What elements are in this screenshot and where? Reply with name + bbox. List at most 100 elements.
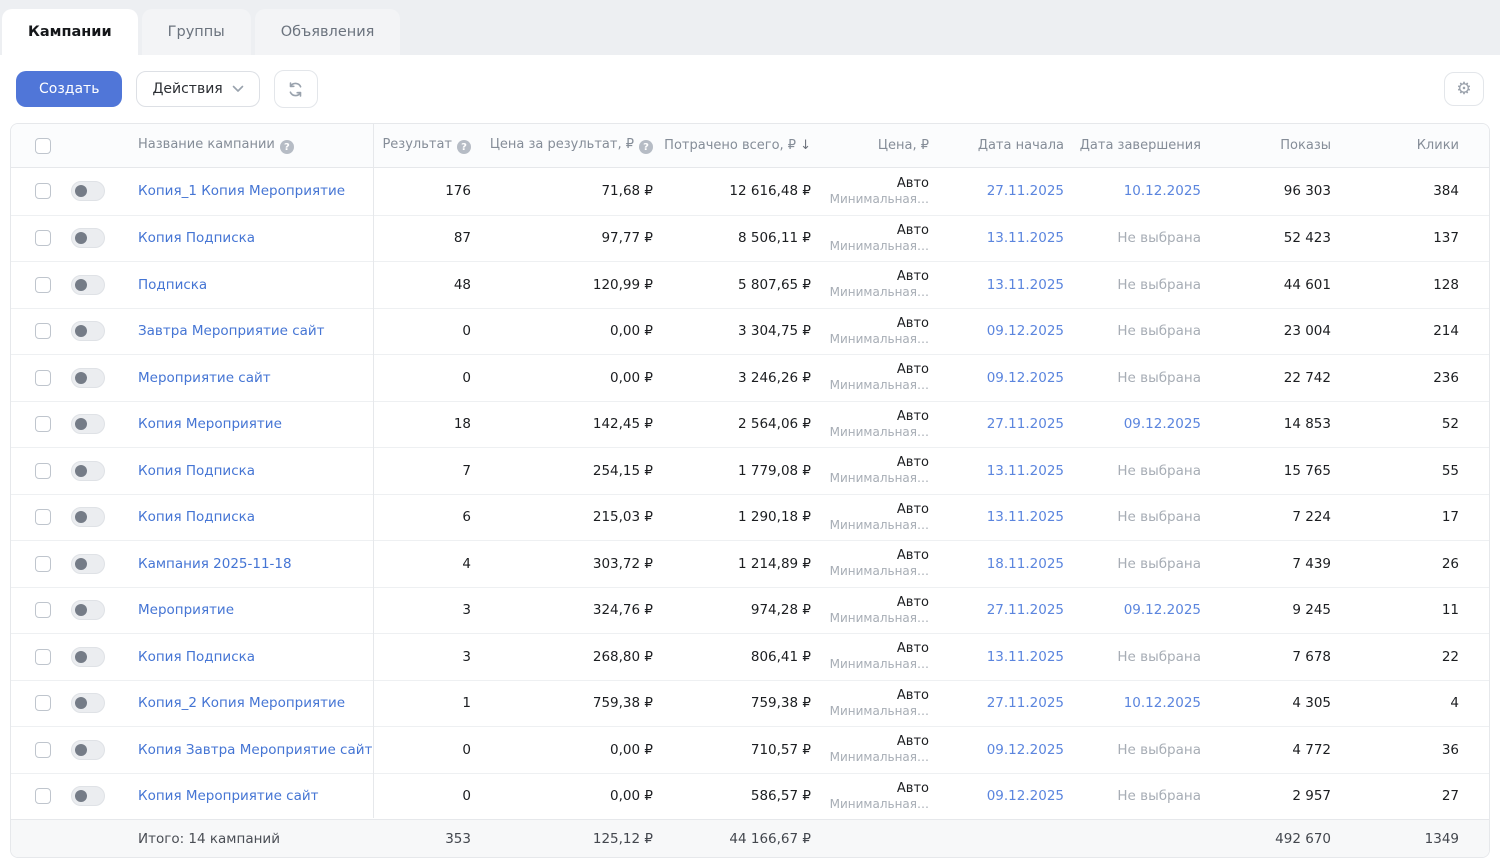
date-start-cell[interactable]: 13.11.2025 <box>929 463 1064 479</box>
row-checkbox[interactable] <box>35 741 51 758</box>
price-cell: Авто Минимальная… <box>811 734 929 765</box>
date-end-cell[interactable]: 10.12.2025 <box>1064 695 1201 711</box>
campaign-name-link[interactable]: Копия Мероприятие <box>138 416 282 432</box>
tab-campaigns[interactable]: Кампании <box>2 9 138 55</box>
date-end-cell[interactable]: Не выбрана <box>1064 277 1201 293</box>
status-toggle[interactable] <box>71 460 105 481</box>
header-price[interactable]: Цена, ₽ <box>811 138 929 153</box>
row-checkbox-cell <box>11 276 57 293</box>
date-start-cell[interactable]: 09.12.2025 <box>929 323 1064 339</box>
cost-per-result-cell: 71,68 ₽ <box>601 183 653 200</box>
date-end-cell[interactable]: Не выбрана <box>1064 742 1201 758</box>
help-icon[interactable]: ? <box>279 140 294 155</box>
create-button[interactable]: Создать <box>16 71 123 107</box>
row-checkbox[interactable] <box>35 323 51 340</box>
status-toggle[interactable] <box>71 274 105 295</box>
row-checkbox[interactable] <box>35 648 51 665</box>
row-checkbox[interactable] <box>35 369 51 386</box>
date-end-cell[interactable]: 09.12.2025 <box>1064 602 1201 618</box>
date-start-cell[interactable]: 09.12.2025 <box>929 788 1064 804</box>
status-toggle[interactable] <box>71 367 105 388</box>
date-end-cell[interactable]: Не выбрана <box>1064 556 1201 572</box>
status-toggle[interactable] <box>71 414 105 435</box>
header-spent-total[interactable]: Потрачено всего, ₽ ↓ <box>653 138 811 153</box>
row-checkbox[interactable] <box>35 695 51 712</box>
campaign-name-link[interactable]: Копия Подписка <box>138 509 255 525</box>
row-checkbox[interactable] <box>35 462 51 479</box>
date-end-cell[interactable]: 09.12.2025 <box>1064 416 1201 432</box>
tab-ads[interactable]: Объявления <box>254 9 401 55</box>
campaign-name-link[interactable]: Копия Завтра Мероприятие сайт <box>138 742 372 758</box>
status-toggle[interactable] <box>71 228 105 249</box>
date-start-cell[interactable]: 27.11.2025 <box>929 416 1064 432</box>
status-toggle[interactable] <box>71 600 105 621</box>
table-settings-button[interactable]: ⚙ <box>1444 72 1484 106</box>
date-end-cell[interactable]: Не выбрана <box>1064 323 1201 339</box>
row-checkbox[interactable] <box>35 230 51 247</box>
campaign-name-link[interactable]: Мероприятие сайт <box>138 370 271 386</box>
header-date-start[interactable]: Дата начала <box>929 138 1064 153</box>
date-end-cell[interactable]: Не выбрана <box>1064 509 1201 525</box>
campaign-name-link[interactable]: Подписка <box>138 277 207 293</box>
help-icon[interactable]: ? <box>639 140 653 155</box>
spent-cell: 759,38 ₽ <box>750 695 811 712</box>
row-checkbox[interactable] <box>35 788 51 805</box>
date-start-cell[interactable]: 13.11.2025 <box>929 509 1064 525</box>
date-end-cell[interactable]: Не выбрана <box>1064 788 1201 804</box>
price-strategy: Авто <box>896 455 929 471</box>
header-cost-per-result[interactable]: Цена за результат, ₽? <box>471 137 653 155</box>
campaign-name-link[interactable]: Копия Подписка <box>138 463 255 479</box>
date-start-cell[interactable]: 09.12.2025 <box>929 742 1064 758</box>
date-end-cell[interactable]: 10.12.2025 <box>1064 183 1201 199</box>
refresh-button[interactable] <box>273 70 318 108</box>
campaign-name-link[interactable]: Копия Подписка <box>138 649 255 665</box>
header-date-end[interactable]: Дата завершения <box>1064 138 1201 153</box>
date-start-cell[interactable]: 27.11.2025 <box>929 183 1064 199</box>
campaign-name-link[interactable]: Завтра Мероприятие сайт <box>138 323 325 339</box>
header-shows[interactable]: Показы <box>1201 138 1331 153</box>
row-checkbox[interactable] <box>35 276 51 293</box>
date-start-cell[interactable]: 09.12.2025 <box>929 370 1064 386</box>
help-icon[interactable]: ? <box>457 140 471 155</box>
status-toggle[interactable] <box>71 321 105 342</box>
row-checkbox[interactable] <box>35 602 51 619</box>
status-toggle[interactable] <box>71 181 105 202</box>
status-toggle[interactable] <box>71 786 105 807</box>
date-end-cell[interactable]: Не выбрана <box>1064 463 1201 479</box>
clicks-cell: 4 <box>1450 695 1459 712</box>
row-checkbox[interactable] <box>35 555 51 572</box>
price-cell: Авто Минимальная… <box>811 781 929 812</box>
date-start-cell[interactable]: 13.11.2025 <box>929 649 1064 665</box>
select-all-checkbox[interactable] <box>35 137 51 154</box>
row-checkbox[interactable] <box>35 416 51 433</box>
row-checkbox[interactable] <box>35 183 51 200</box>
campaign-name-link[interactable]: Копия Мероприятие сайт <box>138 788 319 804</box>
date-start-cell[interactable]: 13.11.2025 <box>929 230 1064 246</box>
header-clicks[interactable]: Клики <box>1331 138 1489 153</box>
date-end-cell[interactable]: Не выбрана <box>1064 649 1201 665</box>
date-end-cell[interactable]: Не выбрана <box>1064 370 1201 386</box>
row-checkbox[interactable] <box>35 509 51 526</box>
status-toggle[interactable] <box>71 739 105 760</box>
campaign-name-link[interactable]: Мероприятие <box>138 602 234 618</box>
date-start-cell[interactable]: 13.11.2025 <box>929 277 1064 293</box>
status-toggle[interactable] <box>71 693 105 714</box>
campaign-name-link[interactable]: Копия_1 Копия Мероприятие <box>138 183 345 199</box>
campaign-name-link[interactable]: Копия_2 Копия Мероприятие <box>138 695 345 711</box>
status-toggle[interactable] <box>71 507 105 528</box>
date-start-cell[interactable]: 18.11.2025 <box>929 556 1064 572</box>
header-campaign-name[interactable]: Название кампании? <box>113 137 373 155</box>
campaign-name-cell: Копия_2 Копия Мероприятие <box>113 695 373 711</box>
actions-button[interactable]: Действия <box>136 71 260 107</box>
tab-groups[interactable]: Группы <box>141 9 251 55</box>
date-end-cell[interactable]: Не выбрана <box>1064 230 1201 246</box>
sort-desc-icon[interactable]: ↓ <box>800 138 811 153</box>
date-start-cell[interactable]: 27.11.2025 <box>929 695 1064 711</box>
spent-cell: 12 616,48 ₽ <box>729 183 811 200</box>
date-start-cell[interactable]: 27.11.2025 <box>929 602 1064 618</box>
status-toggle[interactable] <box>71 553 105 574</box>
campaign-name-link[interactable]: Кампания 2025-11-18 <box>138 556 292 572</box>
status-toggle[interactable] <box>71 646 105 667</box>
campaign-name-link[interactable]: Копия Подписка <box>138 230 255 246</box>
header-result[interactable]: Результат? <box>373 137 471 155</box>
